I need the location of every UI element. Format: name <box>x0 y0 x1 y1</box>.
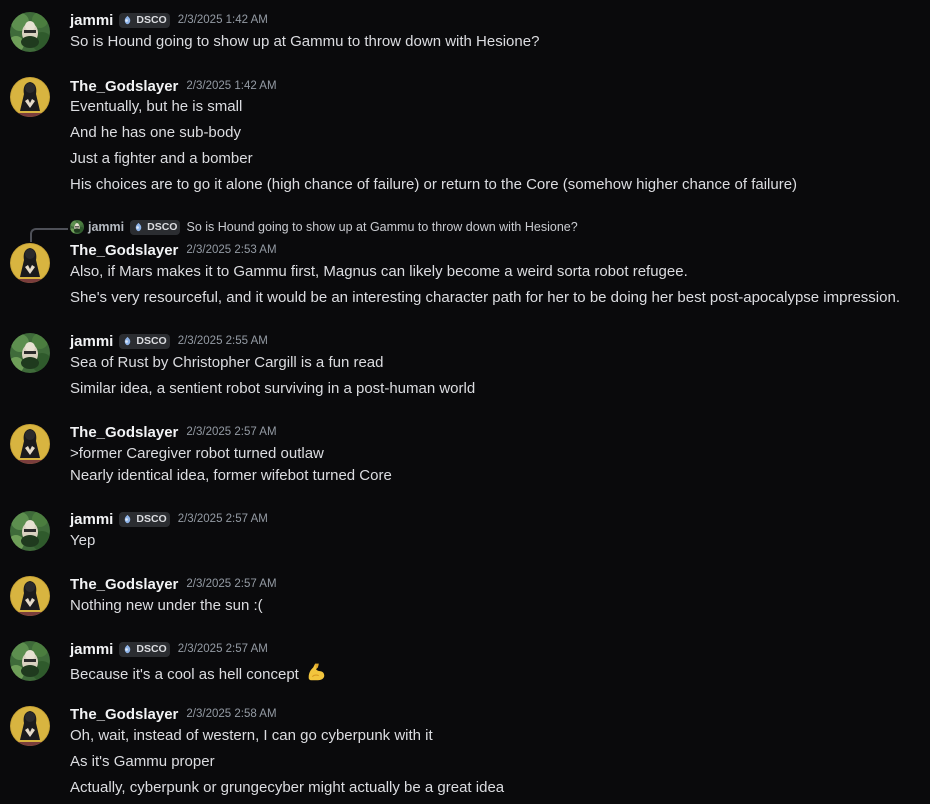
reply-preview[interactable]: jammi DSCO So is Hound going to show up … <box>70 218 578 236</box>
message-text: His choices are to go it alone (high cha… <box>70 176 798 193</box>
message-text: Also, if Mars makes it to Gammu first, M… <box>70 263 688 280</box>
username[interactable]: jammi <box>70 641 113 658</box>
guild-tag-label: DSCO <box>136 643 167 655</box>
message-text: So is Hound going to show up at Gammu to… <box>70 33 540 50</box>
message-header: The_Godslayer 2/3/2025 2:53 AM <box>70 240 277 260</box>
username[interactable]: The_Godslayer <box>70 424 178 441</box>
jammi-avatar[interactable] <box>10 511 50 551</box>
guild-tag[interactable]: DSCO <box>119 12 170 28</box>
timestamp[interactable]: 2/3/2025 2:57 AM <box>178 643 268 655</box>
guild-tag[interactable]: DSCO <box>119 333 170 349</box>
message-text: Because it's a cool as hell concept <box>70 666 299 683</box>
godslayer-avatar[interactable] <box>10 706 50 746</box>
guild-tag-icon <box>122 15 133 26</box>
guild-tag[interactable]: DSCO <box>119 641 170 657</box>
message-text: Just a fighter and a bomber <box>70 150 253 167</box>
username[interactable]: The_Godslayer <box>70 242 178 259</box>
message-text: And he has one sub-body <box>70 124 241 141</box>
timestamp[interactable]: 2/3/2025 2:57 AM <box>186 578 276 590</box>
guild-tag-icon <box>122 336 133 347</box>
message-text: Nothing new under the sun :( <box>70 597 263 614</box>
guild-tag-label: DSCO <box>147 221 178 233</box>
message-header: The_Godslayer 2/3/2025 2:58 AM <box>70 704 277 724</box>
guild-tag-icon <box>133 222 144 233</box>
timestamp[interactable]: 2/3/2025 1:42 AM <box>178 14 268 26</box>
guild-tag-icon <box>122 514 133 525</box>
message-header: The_Godslayer 2/3/2025 1:42 AM <box>70 76 277 96</box>
message-text: Similar idea, a sentient robot surviving… <box>70 380 476 397</box>
message-header: The_Godslayer 2/3/2025 2:57 AM <box>70 574 277 594</box>
godslayer-avatar[interactable] <box>10 77 50 117</box>
timestamp[interactable]: 2/3/2025 2:55 AM <box>178 335 268 347</box>
message-text: She's very resourceful, and it would be … <box>70 289 900 306</box>
username[interactable]: jammi <box>70 12 113 29</box>
message-text: Yep <box>70 532 96 549</box>
guild-tag-label: DSCO <box>136 14 167 26</box>
timestamp[interactable]: 2/3/2025 2:58 AM <box>186 708 276 720</box>
timestamp[interactable]: 2/3/2025 2:57 AM <box>186 426 276 438</box>
reply-spine <box>30 228 68 242</box>
jammi-avatar[interactable] <box>10 333 50 373</box>
godslayer-avatar[interactable] <box>10 243 50 283</box>
message-text: Nearly identical idea, former wifebot tu… <box>70 467 392 484</box>
username[interactable]: jammi <box>70 333 113 350</box>
jammi-avatar[interactable] <box>10 641 50 681</box>
guild-tag-icon <box>122 644 133 655</box>
message-text: >former Caregiver robot turned outlaw <box>70 445 324 462</box>
username[interactable]: The_Godslayer <box>70 78 178 95</box>
reply-username[interactable]: jammi <box>88 220 124 234</box>
reply-avatar <box>70 220 84 234</box>
username[interactable]: The_Godslayer <box>70 706 178 723</box>
timestamp[interactable]: 2/3/2025 1:42 AM <box>186 80 276 92</box>
timestamp[interactable]: 2/3/2025 2:53 AM <box>186 244 276 256</box>
message-text: Eventually, but he is small <box>70 98 243 115</box>
message-text: Actually, cyberpunk or grungecyber might… <box>70 779 505 796</box>
timestamp[interactable]: 2/3/2025 2:57 AM <box>178 513 268 525</box>
message-header: jammi DSCO 2/3/2025 2:55 AM <box>70 331 268 351</box>
message-text: Oh, wait, instead of western, I can go c… <box>70 727 433 744</box>
guild-tag[interactable]: DSCO <box>119 511 170 527</box>
reply-guild-tag: DSCO <box>130 219 181 235</box>
message-header: jammi DSCO 2/3/2025 1:42 AM <box>70 10 268 30</box>
message-header: jammi DSCO 2/3/2025 2:57 AM <box>70 639 268 659</box>
flexed-biceps-emoji[interactable] <box>305 661 327 689</box>
reply-text[interactable]: So is Hound going to show up at Gammu to… <box>186 220 577 234</box>
godslayer-avatar[interactable] <box>10 576 50 616</box>
message-text-row: Because it's a cool as hell concept <box>70 661 327 689</box>
message-text: Sea of Rust by Christopher Cargill is a … <box>70 354 384 371</box>
message-text: As it's Gammu proper <box>70 753 215 770</box>
godslayer-avatar[interactable] <box>10 424 50 464</box>
username[interactable]: The_Godslayer <box>70 576 178 593</box>
message-header: jammi DSCO 2/3/2025 2:57 AM <box>70 509 268 529</box>
username[interactable]: jammi <box>70 511 113 528</box>
message-header: The_Godslayer 2/3/2025 2:57 AM <box>70 422 277 442</box>
jammi-avatar[interactable] <box>10 12 50 52</box>
guild-tag-label: DSCO <box>136 513 167 525</box>
guild-tag-label: DSCO <box>136 335 167 347</box>
